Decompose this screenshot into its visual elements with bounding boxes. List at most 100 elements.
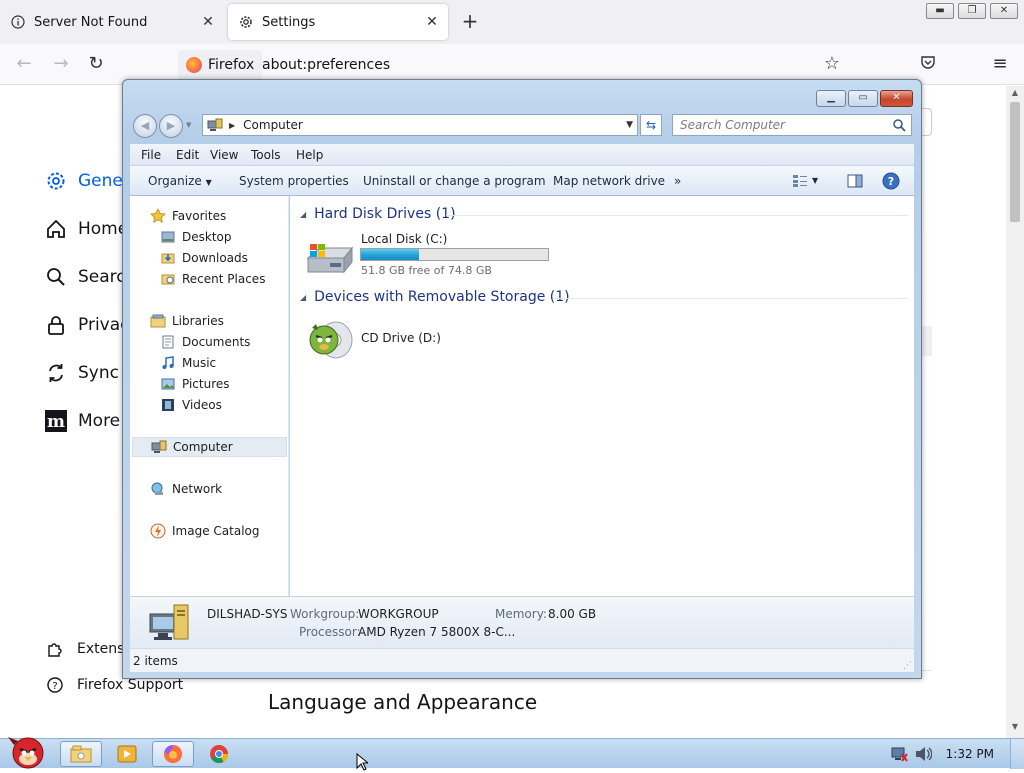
change-view-icon[interactable] — [791, 172, 809, 190]
bookmark-star-icon[interactable]: ☆ — [821, 54, 843, 76]
reload-icon[interactable]: ↻ — [85, 54, 107, 76]
show-desktop-button[interactable] — [1010, 739, 1024, 769]
preview-pane-icon[interactable] — [846, 172, 864, 190]
svg-text:?: ? — [888, 175, 894, 188]
group-removable-storage[interactable]: ◢ Devices with Removable Storage (1) — [300, 289, 570, 305]
firefox-support-label: Firefox Support — [77, 677, 184, 693]
pictures-icon — [160, 376, 176, 392]
collapse-triangle-icon[interactable]: ◢ — [300, 293, 306, 302]
taskbar-file-explorer[interactable] — [60, 741, 102, 767]
tab-settings[interactable]: Settings ✕ — [228, 4, 448, 40]
hamburger-menu-icon[interactable]: ≡ — [989, 54, 1011, 76]
map-network-drive-button[interactable]: Map network drive — [553, 174, 665, 188]
menu-edit[interactable]: Edit — [176, 148, 199, 162]
tab-server-not-found[interactable]: Server Not Found ✕ — [0, 4, 224, 40]
media-player-icon — [117, 745, 137, 763]
scroll-down-arrow-icon[interactable]: ▼ — [1006, 722, 1024, 736]
address-bar[interactable]: ▶ Computer ▼ — [202, 114, 638, 136]
nav-downloads[interactable]: Downloads — [160, 248, 248, 268]
settings-nav-more[interactable]: m More f — [44, 409, 132, 433]
sync-icon — [44, 361, 68, 385]
disk-usage-bar — [360, 248, 549, 261]
search-icon[interactable] — [892, 118, 906, 132]
restore-window-button[interactable]: ❐ — [958, 3, 986, 19]
firefox-icon — [186, 57, 202, 73]
explorer-menu-bar: File Edit View Tools Help — [130, 144, 914, 166]
view-options-dropdown-icon[interactable]: ▼ — [812, 176, 818, 185]
identity-label: Firefox — [208, 57, 255, 73]
new-tab-button[interactable]: + — [458, 10, 482, 34]
page-scrollbar[interactable]: ▲ ▼ — [1006, 86, 1024, 738]
nav-videos[interactable]: Videos — [160, 395, 222, 415]
forward-button-icon[interactable]: ▶ — [159, 114, 183, 138]
breadcrumb-separator-icon[interactable]: ▶ — [229, 121, 235, 130]
collapse-triangle-icon[interactable]: ◢ — [300, 210, 306, 219]
nav-recent-places-label: Recent Places — [182, 272, 266, 286]
desktop-folder-icon — [160, 229, 176, 245]
menu-tools[interactable]: Tools — [251, 148, 281, 162]
pocket-icon[interactable] — [917, 54, 939, 76]
angry-bird-start-icon[interactable] — [4, 731, 48, 769]
group-divider — [446, 215, 908, 216]
nav-pictures[interactable]: Pictures — [160, 374, 230, 394]
organize-button[interactable]: Organize ▼ — [148, 174, 212, 188]
system-properties-button[interactable]: System properties — [239, 174, 349, 188]
volume-icon[interactable] — [914, 746, 932, 762]
nav-libraries[interactable]: Libraries — [150, 311, 224, 331]
menu-file[interactable]: File — [141, 148, 161, 162]
system-clock[interactable]: 1:32 PM — [946, 747, 994, 761]
settings-nav-home[interactable]: Home — [44, 217, 128, 241]
nav-documents[interactable]: Documents — [160, 332, 250, 352]
identity-box[interactable]: Firefox — [178, 50, 263, 80]
minimize-window-button[interactable]: ▬ — [926, 3, 954, 19]
url-bar-text[interactable]: about:preferences — [262, 57, 390, 73]
settings-nav-sync[interactable]: Sync — [44, 361, 119, 385]
tab-title: Settings — [262, 14, 316, 30]
nav-network[interactable]: Network — [150, 479, 222, 499]
back-arrow-icon[interactable]: ← — [13, 54, 35, 76]
scroll-up-arrow-icon[interactable]: ▲ — [1006, 88, 1024, 102]
explorer-close-button[interactable]: ✕ — [880, 90, 913, 107]
forward-arrow-icon[interactable]: → — [50, 54, 72, 76]
downloads-folder-icon — [160, 250, 176, 266]
organize-dropdown-icon: ▼ — [205, 178, 212, 187]
group-hard-disk-drives[interactable]: ◢ Hard Disk Drives (1) — [300, 206, 456, 222]
resize-grip-icon[interactable]: ⋰ — [903, 661, 912, 671]
scrollbar-thumb[interactable] — [1010, 102, 1020, 222]
taskbar-firefox[interactable] — [152, 741, 194, 767]
more-commands-chevron[interactable]: » — [674, 174, 681, 188]
close-window-button[interactable]: ✕ — [990, 3, 1018, 19]
help-icon[interactable]: ? — [882, 172, 900, 190]
nav-computer[interactable]: Computer — [132, 437, 287, 457]
menu-help[interactable]: Help — [296, 148, 323, 162]
back-button-icon[interactable]: ◀ — [133, 114, 157, 138]
close-tab-icon[interactable]: ✕ — [424, 14, 440, 30]
firefox-tab-bar: Server Not Found ✕ Settings ✕ + ▬ ❐ ✕ — [0, 0, 1024, 44]
menu-view[interactable]: View — [210, 148, 238, 162]
explorer-maximize-button[interactable]: ▭ — [848, 90, 878, 107]
nav-music[interactable]: Music — [160, 353, 216, 373]
nav-desktop[interactable]: Desktop — [160, 227, 232, 247]
workgroup-label: Workgroup: — [290, 607, 360, 621]
nav-favorites-label: Favorites — [172, 209, 227, 223]
computer-name: DILSHAD-SYS — [207, 607, 288, 621]
libraries-icon — [150, 313, 166, 329]
taskbar-chrome[interactable] — [198, 741, 240, 767]
taskbar-media-player[interactable] — [106, 741, 148, 767]
search-computer-input[interactable]: Search Computer — [672, 114, 912, 136]
close-tab-icon[interactable]: ✕ — [200, 14, 216, 30]
recent-pages-dropdown-icon[interactable]: ▼ — [186, 121, 191, 129]
explorer-command-bar: Organize ▼ System properties Uninstall o… — [130, 166, 914, 196]
refresh-icon[interactable]: ⇆ — [640, 114, 662, 136]
nav-recent-places[interactable]: Recent Places — [160, 269, 265, 289]
organize-label: Organize — [148, 174, 202, 188]
address-breadcrumb-computer[interactable]: Computer — [243, 118, 303, 132]
address-dropdown-icon[interactable]: ▼ — [626, 120, 633, 130]
processor-value: AMD Ryzen 7 5800X 8-C... — [358, 625, 516, 639]
cd-drive-name: CD Drive (D:) — [361, 331, 441, 345]
explorer-minimize-button[interactable]: ▁ — [816, 90, 846, 107]
nav-image-catalog[interactable]: Image Catalog — [150, 521, 259, 541]
nav-favorites[interactable]: Favorites — [150, 206, 226, 226]
network-tray-icon[interactable] — [890, 746, 908, 762]
uninstall-program-button[interactable]: Uninstall or change a program — [363, 174, 546, 188]
